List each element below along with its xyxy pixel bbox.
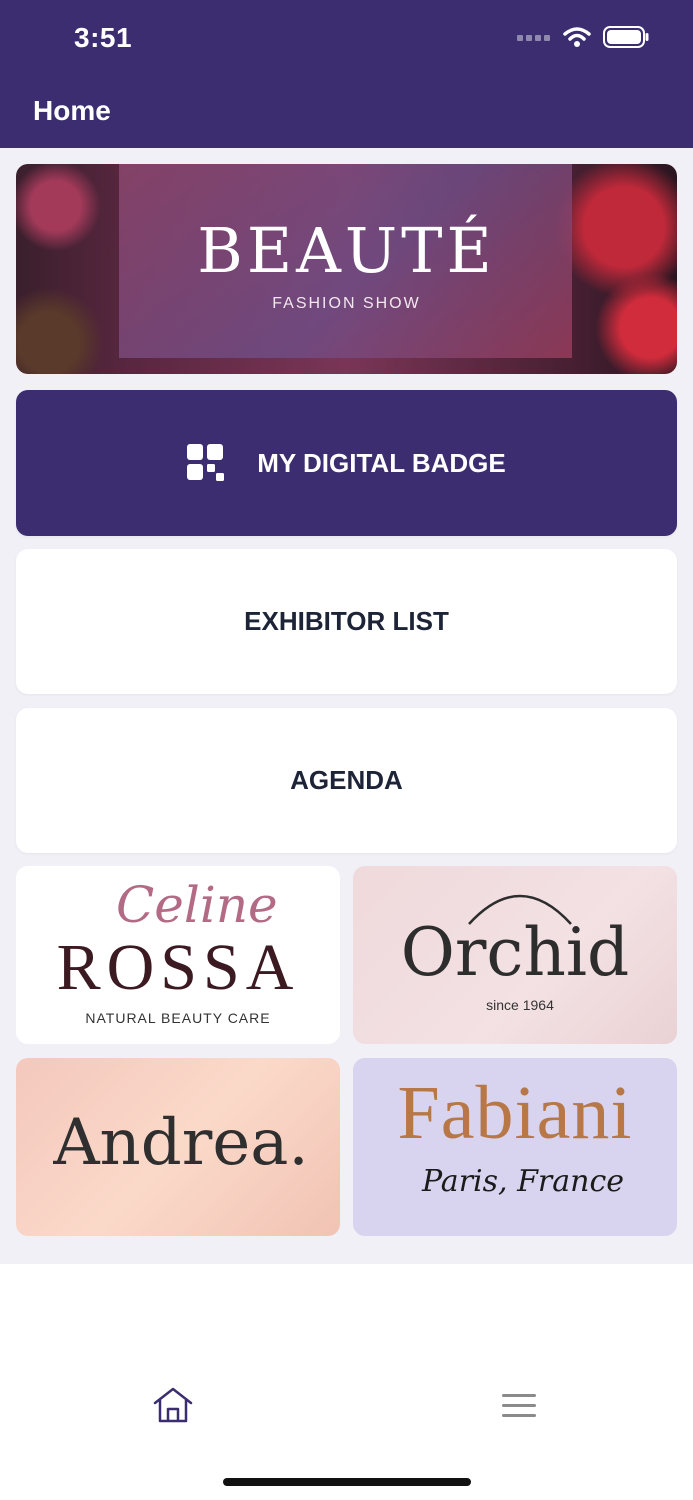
sponsor-tile-andrea[interactable]: Andrea. [16, 1058, 340, 1236]
qr-code-icon [187, 444, 225, 481]
orchid-tagline: since 1964 [486, 997, 554, 1013]
battery-icon [603, 26, 649, 48]
menu-icon [502, 1394, 536, 1417]
exhibitor-button-label: EXHIBITOR LIST [244, 606, 449, 636]
home-content: BEAUTÉ FASHION SHOW MY DIGITAL BADGE EXH… [0, 148, 693, 1264]
bottom-tab-bar [0, 1264, 693, 1500]
fabiani-tagline: Paris, France [421, 1164, 625, 1199]
celine-tagline: NATURAL BEAUTY CARE [85, 1010, 271, 1026]
status-icons [517, 26, 649, 48]
sponsor-tile-orchid[interactable]: Orchid since 1964 [353, 866, 677, 1044]
event-banner[interactable]: BEAUTÉ FASHION SHOW [16, 164, 677, 374]
andrea-brand-name: Andrea. [53, 1106, 309, 1180]
exhibitor-list-button[interactable]: EXHIBITOR LIST [16, 549, 677, 694]
orchid-brand-name: Orchid [400, 914, 630, 991]
agenda-button[interactable]: AGENDA [16, 708, 677, 853]
home-indicator [223, 1478, 471, 1486]
banner-title: BEAUTÉ [197, 214, 496, 287]
badge-button-label: MY DIGITAL BADGE [257, 447, 506, 478]
top-bar: 3:51 Home [0, 0, 693, 148]
wifi-icon [563, 27, 591, 47]
agenda-button-label: AGENDA [290, 765, 403, 795]
celine-script-logo: Celine [116, 876, 278, 934]
page-title: Home [33, 95, 111, 126]
tab-menu[interactable] [502, 1394, 536, 1423]
banner-subtitle: FASHION SHOW [272, 295, 421, 312]
my-digital-badge-button[interactable]: MY DIGITAL BADGE [16, 390, 677, 536]
tab-home[interactable] [152, 1386, 194, 1429]
fabiani-brand-name: Fabiani [397, 1071, 633, 1155]
home-icon [153, 1387, 193, 1423]
status-time: 3:51 [74, 22, 133, 53]
sponsor-tile-fabiani[interactable]: Fabiani Paris, France [353, 1058, 677, 1236]
celine-brand-name: ROSSA [56, 931, 300, 1004]
cellular-signal-icon [517, 35, 550, 41]
sponsor-tile-celine-rossa[interactable]: Celine ROSSA NATURAL BEAUTY CARE [16, 866, 340, 1044]
